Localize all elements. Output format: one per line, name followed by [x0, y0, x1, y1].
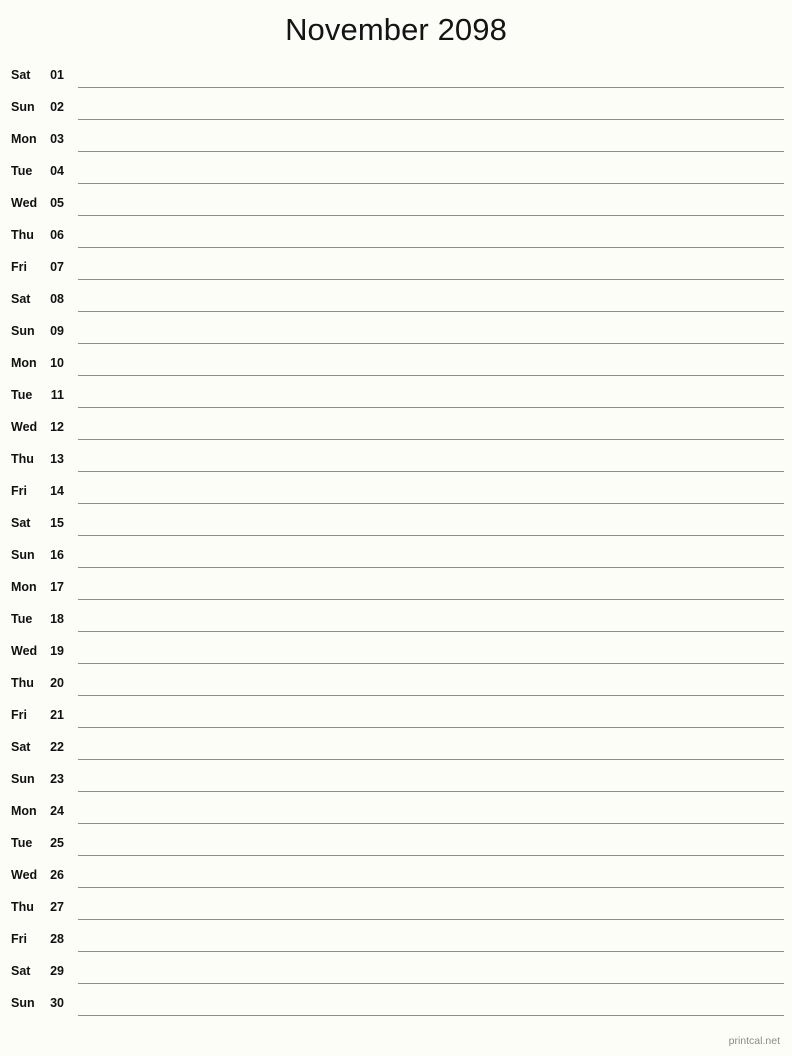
- table-row[interactable]: Sat 01: [0, 60, 792, 92]
- writing-line[interactable]: [78, 663, 784, 664]
- day-number: 24: [50, 804, 64, 818]
- table-row[interactable]: Sun 30: [0, 988, 792, 1020]
- table-row[interactable]: Thu 13: [0, 444, 792, 476]
- writing-line[interactable]: [78, 343, 784, 344]
- day-number: 06: [50, 228, 64, 242]
- day-number: 01: [50, 68, 64, 82]
- table-row[interactable]: Sat 08: [0, 284, 792, 316]
- table-row[interactable]: Wed 26: [0, 860, 792, 892]
- writing-line[interactable]: [78, 983, 784, 984]
- table-row[interactable]: Tue 11: [0, 380, 792, 412]
- day-number: 22: [50, 740, 64, 754]
- table-row[interactable]: Fri 14: [0, 476, 792, 508]
- writing-line[interactable]: [78, 695, 784, 696]
- day-number: 12: [50, 420, 64, 434]
- writing-line[interactable]: [78, 951, 784, 952]
- table-row[interactable]: Sat 15: [0, 508, 792, 540]
- writing-line[interactable]: [78, 535, 784, 536]
- day-number: 16: [50, 548, 64, 562]
- page-title: November 2098: [285, 12, 507, 47]
- day-number: 10: [50, 356, 64, 370]
- day-number: 25: [50, 836, 64, 850]
- day-number: 21: [50, 708, 64, 722]
- writing-line[interactable]: [78, 247, 784, 248]
- day-number: 19: [50, 644, 64, 658]
- day-number: 07: [50, 260, 64, 274]
- day-number: 03: [50, 132, 64, 146]
- day-number: 13: [50, 452, 64, 466]
- writing-line[interactable]: [78, 439, 784, 440]
- day-number: 08: [50, 292, 64, 306]
- table-row[interactable]: Wed 19: [0, 636, 792, 668]
- table-row[interactable]: Mon 10: [0, 348, 792, 380]
- writing-line[interactable]: [78, 887, 784, 888]
- writing-line[interactable]: [78, 791, 784, 792]
- day-row-list: Sat 01 Sun 02 Mon 03 Tue 04 Wed 05 Thu 06 Fri 07 Sat 08…: [0, 60, 792, 1020]
- table-row[interactable]: Mon 03: [0, 124, 792, 156]
- table-row[interactable]: Thu 20: [0, 668, 792, 700]
- day-number: 17: [50, 580, 64, 594]
- day-number: 05: [50, 196, 64, 210]
- day-number: 30: [50, 996, 64, 1010]
- table-row[interactable]: Tue 04: [0, 156, 792, 188]
- calendar-page: November 2098 Sat 01 Sun 02 Mon 03 Tue 04 Wed 05 T…: [0, 0, 792, 1056]
- table-row[interactable]: Sun 16: [0, 540, 792, 572]
- table-row[interactable]: Fri 28: [0, 924, 792, 956]
- writing-line[interactable]: [78, 471, 784, 472]
- writing-line[interactable]: [78, 727, 784, 728]
- writing-line[interactable]: [78, 919, 784, 920]
- writing-line[interactable]: [78, 503, 784, 504]
- table-row[interactable]: Mon 17: [0, 572, 792, 604]
- writing-line[interactable]: [78, 599, 784, 600]
- table-row[interactable]: Sun 23: [0, 764, 792, 796]
- day-number: 04: [50, 164, 64, 178]
- table-row[interactable]: Mon 24: [0, 796, 792, 828]
- day-number: 14: [50, 484, 64, 498]
- day-number: 02: [50, 100, 64, 114]
- table-row[interactable]: Fri 07: [0, 252, 792, 284]
- attribution-footer: printcal.net: [728, 1035, 780, 1047]
- table-row[interactable]: Sat 22: [0, 732, 792, 764]
- table-row[interactable]: Fri 21: [0, 700, 792, 732]
- day-number: 26: [50, 868, 64, 882]
- day-number: 11: [50, 388, 64, 402]
- table-row[interactable]: Thu 06: [0, 220, 792, 252]
- writing-line[interactable]: [78, 759, 784, 760]
- day-number: 29: [50, 964, 64, 978]
- day-number: 27: [50, 900, 64, 914]
- writing-line[interactable]: [78, 119, 784, 120]
- day-number: 23: [50, 772, 64, 786]
- day-number: 20: [50, 676, 64, 690]
- table-row[interactable]: Sun 09: [0, 316, 792, 348]
- table-row[interactable]: Thu 27: [0, 892, 792, 924]
- day-number: 09: [50, 324, 64, 338]
- writing-line[interactable]: [78, 1015, 784, 1016]
- writing-line[interactable]: [78, 631, 784, 632]
- day-number: 18: [50, 612, 64, 626]
- writing-line[interactable]: [78, 567, 784, 568]
- day-number: 28: [50, 932, 64, 946]
- writing-line[interactable]: [78, 855, 784, 856]
- table-row[interactable]: Wed 12: [0, 412, 792, 444]
- writing-line[interactable]: [78, 151, 784, 152]
- day-number: 15: [50, 516, 64, 530]
- writing-line[interactable]: [78, 311, 784, 312]
- table-row[interactable]: Sat 29: [0, 956, 792, 988]
- table-row[interactable]: Tue 25: [0, 828, 792, 860]
- writing-line[interactable]: [78, 375, 784, 376]
- table-row[interactable]: Tue 18: [0, 604, 792, 636]
- writing-line[interactable]: [78, 279, 784, 280]
- table-row[interactable]: Sun 02: [0, 92, 792, 124]
- writing-line[interactable]: [78, 87, 784, 88]
- writing-line[interactable]: [78, 215, 784, 216]
- writing-line[interactable]: [78, 823, 784, 824]
- writing-line[interactable]: [78, 183, 784, 184]
- table-row[interactable]: Wed 05: [0, 188, 792, 220]
- writing-line[interactable]: [78, 407, 784, 408]
